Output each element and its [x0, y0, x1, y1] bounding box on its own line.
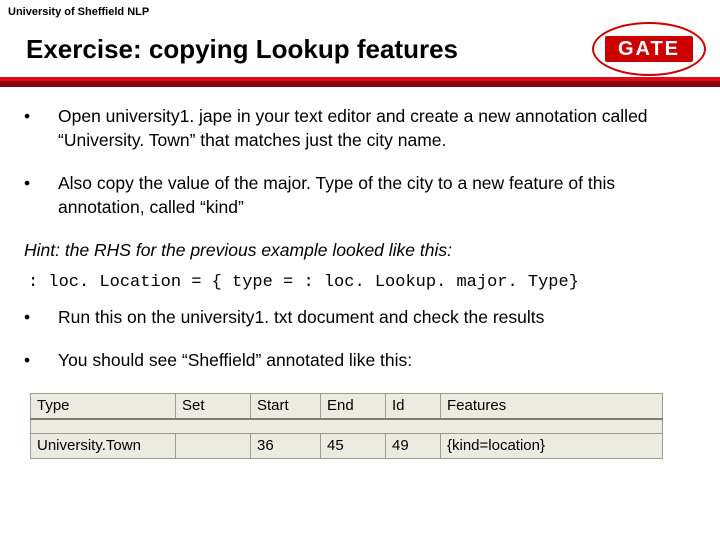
col-id[interactable]: Id [386, 393, 441, 419]
bullet-dot: • [24, 306, 58, 330]
cell-set [176, 433, 251, 458]
gate-logo: GATE [592, 22, 706, 76]
cell-features: {kind=location} [441, 433, 663, 458]
title-underline-inner [0, 77, 720, 81]
list-item: • Run this on the university1. txt docum… [24, 306, 696, 330]
col-type[interactable]: Type [31, 393, 176, 419]
hint-text: Hint: the RHS for the previous example l… [24, 240, 696, 261]
slide-body: • Open university1. jape in your text ed… [0, 87, 720, 373]
bullet-list-2: • Run this on the university1. txt docum… [24, 306, 696, 373]
list-item: • Open university1. jape in your text ed… [24, 105, 696, 152]
gate-logo-text: GATE [605, 36, 693, 62]
bullet-text: Also copy the value of the major. Type o… [58, 172, 696, 219]
bullet-dot: • [24, 349, 58, 373]
bullet-dot: • [24, 105, 58, 152]
title-underline [0, 77, 720, 87]
table-row: University.Town 36 45 49 {kind=location} [31, 433, 663, 458]
col-set[interactable]: Set [176, 393, 251, 419]
cell-type: University.Town [31, 433, 176, 458]
bullet-list-1: • Open university1. jape in your text ed… [24, 105, 696, 220]
bullet-text: Open university1. jape in your text edit… [58, 105, 696, 152]
col-end[interactable]: End [321, 393, 386, 419]
list-item: • You should see “Sheffield” annotated l… [24, 349, 696, 373]
organization-name: University of Sheffield NLP [0, 0, 720, 20]
bullet-text: Run this on the university1. txt documen… [58, 306, 544, 330]
slide-header: University of Sheffield NLP Exercise: co… [0, 0, 720, 87]
table-gap [31, 419, 663, 434]
bullet-dot: • [24, 172, 58, 219]
annotation-table-wrap: Type Set Start End Id Features Universit… [30, 393, 662, 459]
code-line: : loc. Location = { type = : loc. Lookup… [28, 273, 696, 292]
annotation-table: Type Set Start End Id Features Universit… [30, 393, 663, 459]
col-start[interactable]: Start [251, 393, 321, 419]
cell-start: 36 [251, 433, 321, 458]
cell-end: 45 [321, 433, 386, 458]
cell-id: 49 [386, 433, 441, 458]
list-item: • Also copy the value of the major. Type… [24, 172, 696, 219]
bullet-text: You should see “Sheffield” annotated lik… [58, 349, 412, 373]
col-features[interactable]: Features [441, 393, 663, 419]
table-header-row: Type Set Start End Id Features [31, 393, 663, 419]
